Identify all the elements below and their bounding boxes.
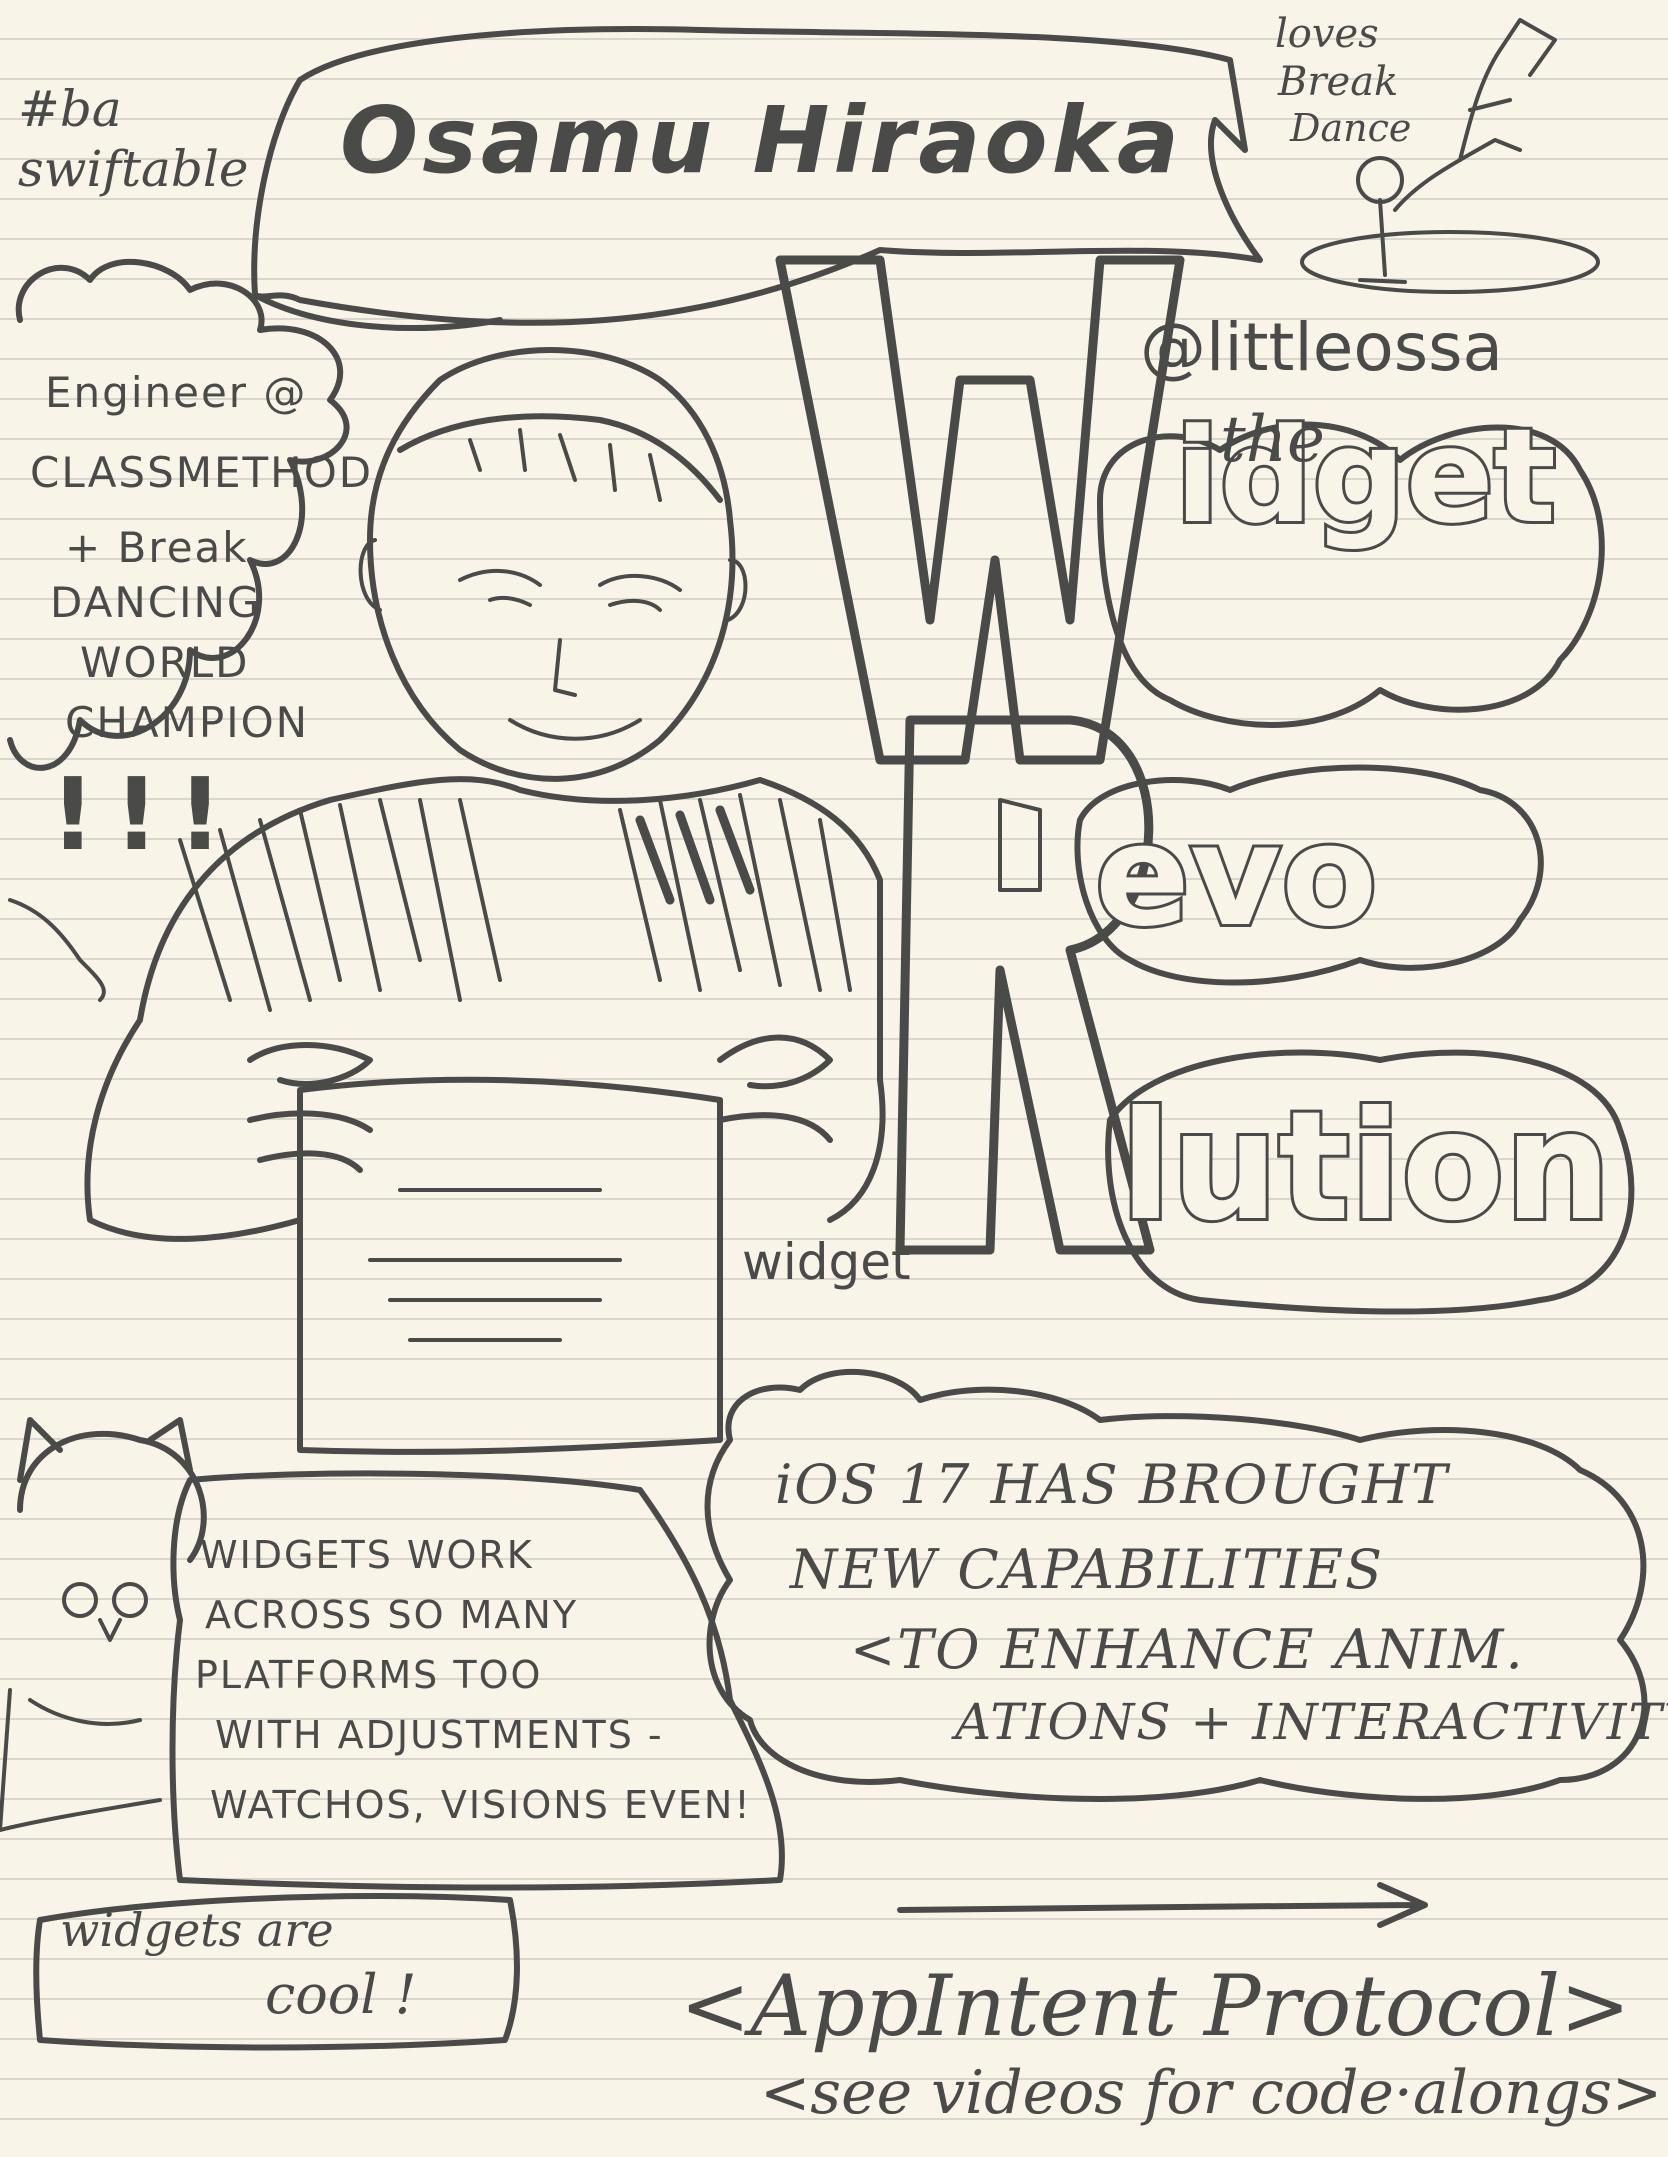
bio-line-6: CHAMPION <box>65 698 310 747</box>
hashtag-line-2: swiftable <box>18 140 249 198</box>
exclamation-marks: !!! <box>50 756 241 873</box>
platforms-note-line-5: WATCHOS, VISIONS EVEN! <box>210 1783 752 1827</box>
ios-note-line-1: iOS 17 HAS BROUGHT <box>775 1453 1450 1516</box>
appintent-protocol: <AppIntent Protocol> <box>680 1957 1631 2055</box>
arrow-right <box>897 1882 1428 1928</box>
title-evo: evo <box>1092 795 1380 958</box>
bio-cloud <box>7 258 350 771</box>
loves-line-2: Break <box>1278 59 1399 105</box>
ios-note-line-3: <TO ENHANCE ANIM. <box>850 1618 1525 1681</box>
cool-note-line-2: cool ! <box>265 1963 417 2026</box>
bio-line-3: + Break <box>65 523 249 572</box>
ios-note-line-2: NEW CAPABILITIES <box>790 1538 1384 1601</box>
loves-line-3: Dance <box>1290 106 1412 150</box>
videos-note: <see videos for code·alongs> <box>760 2058 1663 2128</box>
platforms-note-line-3: PLATFORMS TOO <box>195 1653 543 1697</box>
speaker-name: Osamu Hiraoka <box>340 87 1183 194</box>
hashtag-line-1: #ba <box>18 80 122 138</box>
platforms-note-line-2: ACROSS SO MANY <box>205 1593 579 1637</box>
sketchnote-page: #ba swiftable Osamu Hiraoka loves Break … <box>0 0 1668 2157</box>
title-the: the <box>1220 403 1325 477</box>
bio-line-5: WORLD <box>80 638 250 687</box>
cool-note-line-1: widgets are <box>60 1903 334 1957</box>
bio-line-4: DANCING <box>50 578 262 627</box>
platforms-note-line-1: WIDGETS WORK <box>200 1533 534 1577</box>
ios-note-line-4: ATIONS + INTERACTIVITY! <box>955 1693 1668 1751</box>
widget-caption: widget <box>742 1233 911 1291</box>
platforms-note-line-4: WITH ADJUSTMENTS - <box>215 1713 664 1757</box>
twitter-handle: @littleossa <box>1140 309 1503 386</box>
loves-line-1: loves <box>1275 11 1379 57</box>
title-letter-w <box>775 255 1185 765</box>
title-lution: lution <box>1117 1080 1614 1254</box>
bio-line-2: CLASSMETHOD <box>30 448 374 497</box>
tablet-widget <box>297 1076 723 1455</box>
bio-line-1: Engineer @ <box>45 368 308 417</box>
